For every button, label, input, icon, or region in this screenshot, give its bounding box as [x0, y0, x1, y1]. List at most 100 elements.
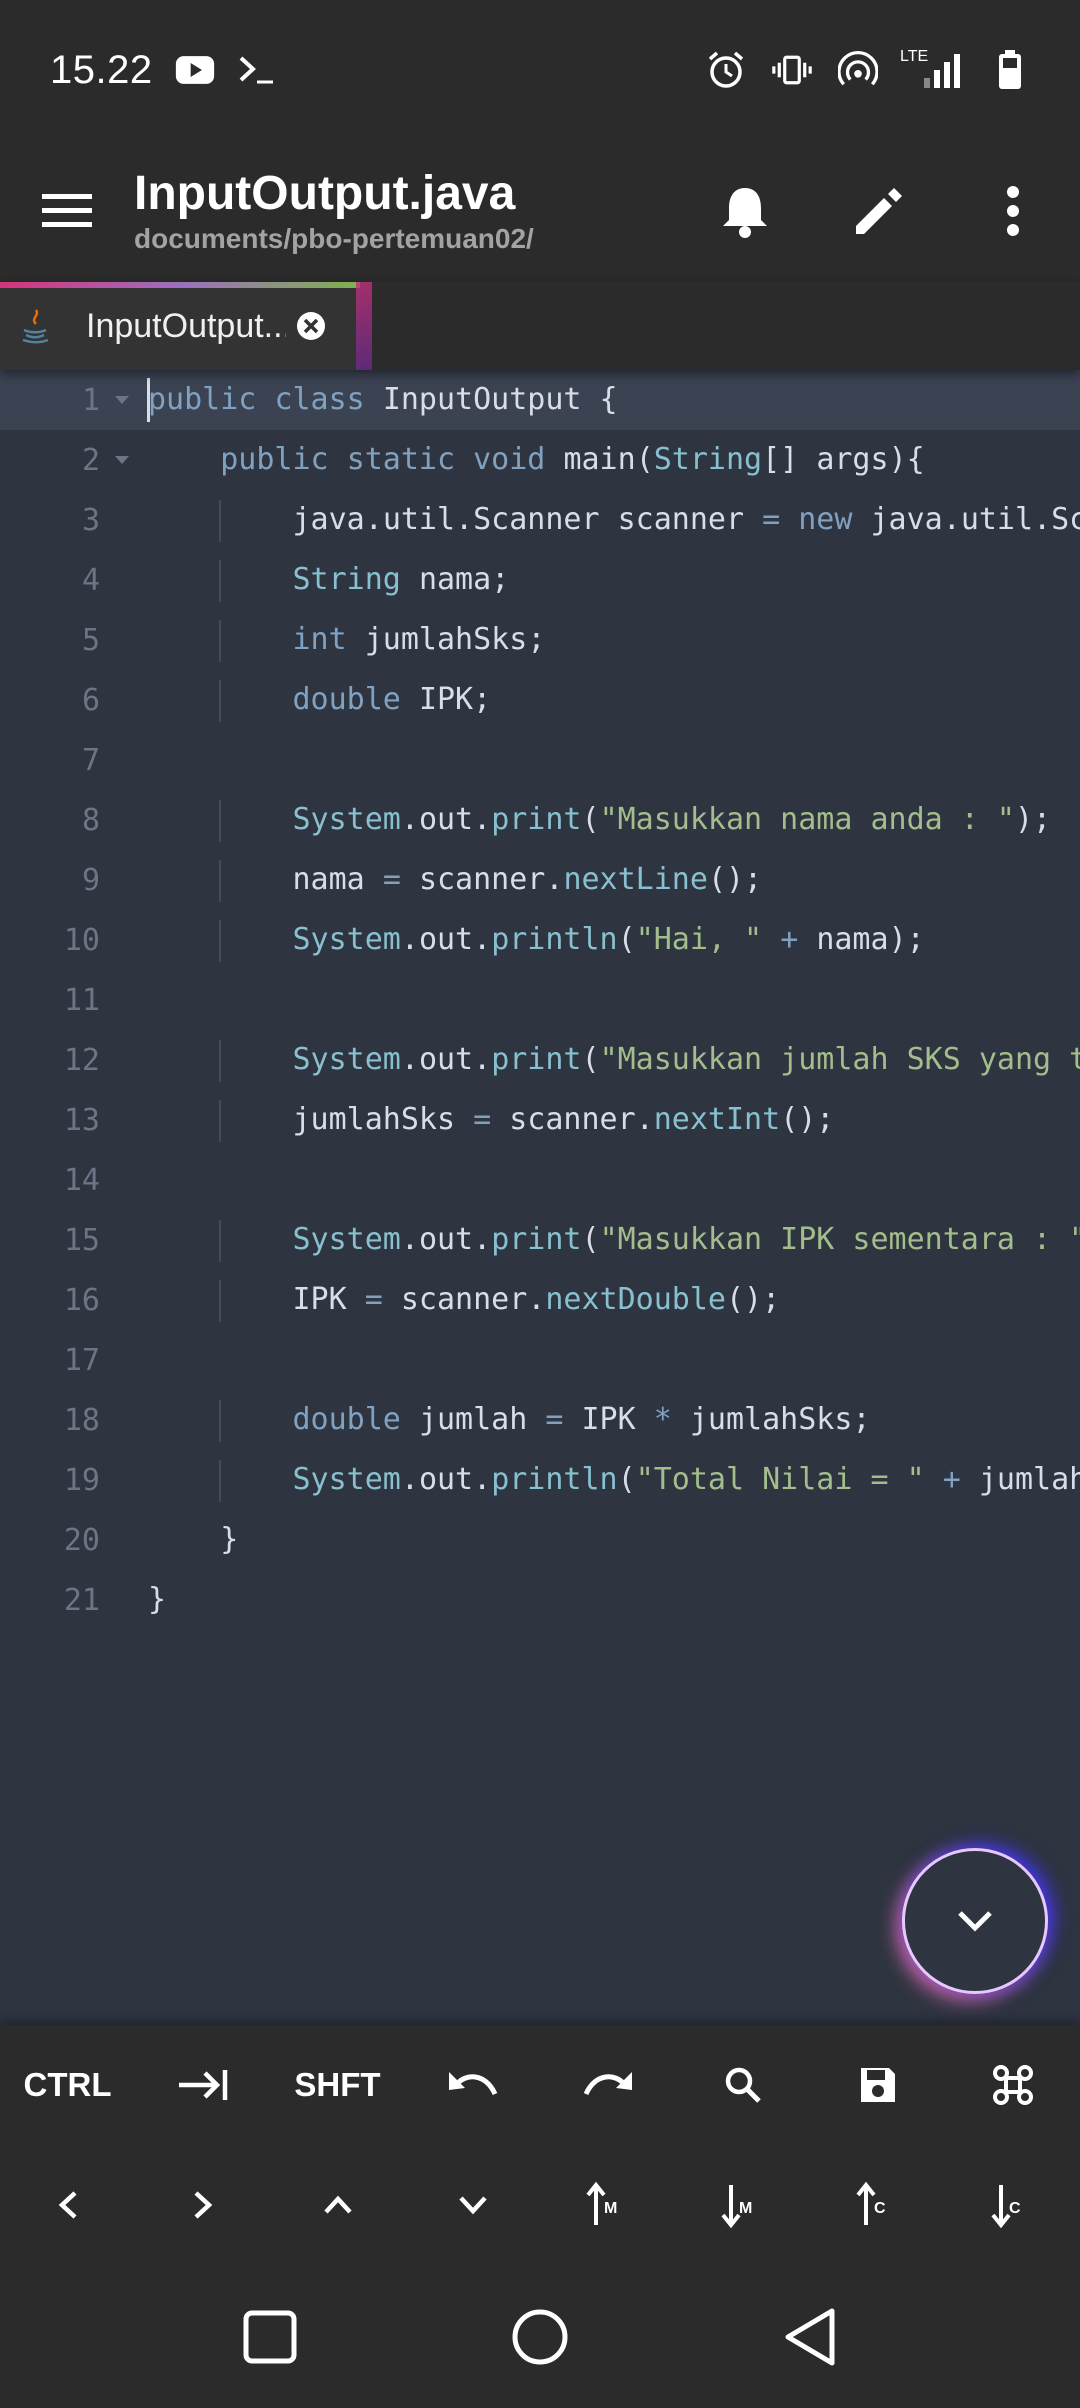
save-icon	[860, 2068, 895, 2102]
code-editor[interactable]: 1 public class InputOutput {2 public stat…	[0, 370, 1080, 2025]
line-number: 1	[81, 382, 100, 418]
menu-button[interactable]	[0, 140, 134, 282]
code-line[interactable]: 15 System.out.print("Masukkan IPK sement…	[0, 1210, 1080, 1270]
indent-guide	[219, 1280, 221, 1322]
search-key[interactable]	[675, 2025, 810, 2145]
undo-icon	[448, 2072, 497, 2096]
youtube-icon	[175, 50, 215, 90]
arrow-up-key[interactable]	[270, 2145, 405, 2265]
arrow-right-key[interactable]	[135, 2145, 270, 2265]
gutter-space	[100, 670, 144, 730]
terminal-icon	[237, 50, 277, 90]
code-line[interactable]: 12 System.out.print("Masukkan jumlah SKS…	[0, 1030, 1080, 1090]
code-line[interactable]: 10 System.out.println("Hai, " + nama);	[0, 910, 1080, 970]
tab-key[interactable]	[135, 2025, 270, 2145]
line-number: 11	[63, 982, 100, 1018]
tab-strip: InputOutput...	[0, 282, 1080, 370]
recents-button[interactable]	[135, 2265, 405, 2408]
undo-key[interactable]	[405, 2025, 540, 2145]
gutter-space	[100, 1270, 144, 1330]
code-line[interactable]: 17	[0, 1330, 1080, 1390]
gutter-space	[100, 1090, 144, 1150]
code-line[interactable]: 8 System.out.print("Masukkan nama anda :…	[0, 790, 1080, 850]
code-text: public static void main(String[] args){	[220, 442, 925, 477]
move-up-c-icon: C	[855, 2181, 886, 2225]
code-text: jumlahSks = scanner.nextInt();	[292, 1102, 835, 1137]
back-button[interactable]	[675, 2265, 945, 2408]
code-text: System.out.println("Total Nilai = " + ju…	[292, 1462, 1080, 1497]
code-text: System.out.print("Masukkan IPK sementara…	[292, 1222, 1080, 1257]
save-key[interactable]	[810, 2025, 945, 2145]
code-line[interactable]: 13 jumlahSks = scanner.nextInt();	[0, 1090, 1080, 1150]
system-nav-bar	[0, 2265, 1080, 2408]
code-line[interactable]: 11	[0, 970, 1080, 1030]
indent-guide	[219, 1220, 221, 1262]
indent-guide	[219, 1100, 221, 1142]
code-line[interactable]: 7	[0, 730, 1080, 790]
code-line[interactable]: 16 IPK = scanner.nextDouble();	[0, 1270, 1080, 1330]
code-line[interactable]: 20 }	[0, 1510, 1080, 1570]
gutter-space	[100, 910, 144, 970]
text-cursor	[147, 378, 150, 422]
tab-icon	[178, 2070, 227, 2100]
vibrate-icon	[772, 50, 812, 90]
move-down-c-key[interactable]: C	[945, 2145, 1080, 2265]
bell-icon	[723, 188, 767, 238]
line-number: 12	[63, 1042, 100, 1078]
indent-guide	[219, 800, 221, 842]
gutter-space	[100, 1150, 144, 1210]
code-line[interactable]: 6 double IPK;	[0, 670, 1080, 730]
gutter-space	[100, 850, 144, 910]
code-line[interactable]: 21}	[0, 1570, 1080, 1630]
move-up-c-label: C	[874, 2200, 886, 2217]
code-line[interactable]: 19 System.out.println("Total Nilai = " +…	[0, 1450, 1080, 1510]
more-options-button[interactable]	[946, 140, 1080, 282]
line-number: 18	[63, 1402, 100, 1438]
battery-icon	[990, 50, 1030, 90]
fold-caret-icon[interactable]	[100, 430, 144, 490]
indent-guide	[219, 860, 221, 902]
gutter-space	[100, 970, 144, 1030]
tab-close-icon[interactable]	[296, 311, 326, 341]
fold-caret-icon[interactable]	[100, 370, 144, 430]
code-line[interactable]: 9 nama = scanner.nextLine();	[0, 850, 1080, 910]
line-number: 6	[81, 682, 100, 718]
indent-guide	[219, 560, 221, 602]
code-line[interactable]: 1 public class InputOutput {	[0, 370, 1080, 430]
move-down-c-label: C	[1009, 2200, 1021, 2217]
code-text: java.util.Scanner scanner = new java.uti…	[292, 502, 1080, 537]
line-number: 21	[63, 1582, 100, 1618]
code-line[interactable]: 3 java.util.Scanner scanner = new java.u…	[0, 490, 1080, 550]
gutter-space	[100, 610, 144, 670]
arrow-down-key[interactable]	[405, 2145, 540, 2265]
code-line[interactable]: 14	[0, 1150, 1080, 1210]
shift-key[interactable]: SHFT	[270, 2025, 405, 2145]
move-up-c-key[interactable]: C	[810, 2145, 945, 2265]
line-number: 19	[63, 1462, 100, 1498]
code-text: }	[148, 1582, 167, 1617]
scroll-down-fab[interactable]	[902, 1848, 1048, 1994]
redo-key[interactable]	[540, 2025, 675, 2145]
line-number: 14	[63, 1162, 100, 1198]
home-button[interactable]	[405, 2265, 675, 2408]
hotspot-icon	[838, 50, 878, 90]
notifications-button[interactable]	[678, 140, 812, 282]
code-line[interactable]: 4 String nama;	[0, 550, 1080, 610]
gutter-space	[100, 1210, 144, 1270]
arrow-left-key[interactable]	[0, 2145, 135, 2265]
code-text: }	[148, 1522, 239, 1557]
move-up-m-key[interactable]: M	[540, 2145, 675, 2265]
command-key[interactable]	[945, 2025, 1080, 2145]
indent-guide	[219, 1460, 221, 1502]
code-line[interactable]: 18 double jumlah = IPK * jumlahSks;	[0, 1390, 1080, 1450]
tab-inputoutput[interactable]: InputOutput...	[0, 282, 360, 370]
move-down-m-key[interactable]: M	[675, 2145, 810, 2265]
ctrl-key[interactable]: CTRL	[0, 2025, 135, 2145]
edit-button[interactable]	[812, 140, 946, 282]
indent-guide	[219, 1040, 221, 1082]
code-line[interactable]: 2 public static void main(String[] args)…	[0, 430, 1080, 490]
line-number: 15	[63, 1222, 100, 1258]
code-line[interactable]: 5 int jumlahSks;	[0, 610, 1080, 670]
title-block: InputOutput.java documents/pbo-pertemuan…	[134, 166, 678, 256]
app-bar: InputOutput.java documents/pbo-pertemuan…	[0, 140, 1080, 282]
